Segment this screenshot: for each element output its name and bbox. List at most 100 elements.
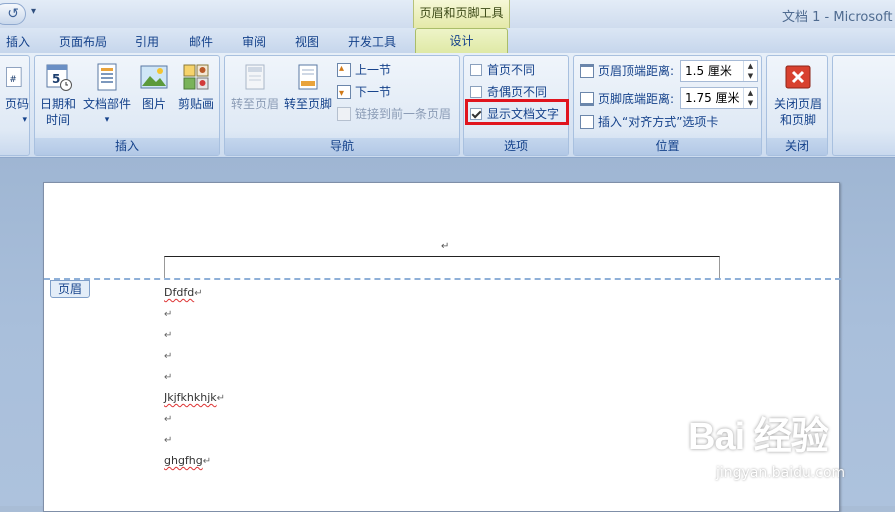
footer-bottom-distance-value: 1.75 厘米 (685, 91, 740, 105)
prev-section-button[interactable]: ▴ 上一节 (337, 62, 391, 78)
group-navigation: 转至页眉 转至页脚 ▴ 上一节 ▾ 下一节 链接到前一条页眉 导航 (224, 55, 460, 156)
header-top-distance-label-row: 页眉顶端距离: (580, 63, 674, 79)
close-icon (785, 65, 811, 89)
doc-parts-button[interactable]: 文档部件 ▾ (79, 62, 135, 128)
goto-footer-button[interactable]: 转至页脚 (282, 62, 334, 112)
paragraph-mark: ↵ (164, 330, 173, 341)
insert-alignment-tab-label: 插入“对齐方式”选项卡 (598, 115, 719, 129)
baidu-watermark: Bai 经验 jingyan.baidu.com (688, 405, 888, 497)
doc-parts-arrow-icon: ▾ (104, 115, 110, 125)
paragraph-mark: ↵ (194, 288, 203, 299)
clip-art-button[interactable]: 剪贴画 (173, 62, 219, 112)
header-border-line (164, 256, 720, 278)
paragraph-mark: ↵ (164, 309, 173, 320)
prev-section-icon: ▴ (337, 63, 351, 77)
insert-alignment-tab-button[interactable]: 插入“对齐方式”选项卡 (580, 114, 718, 130)
different-odd-even-checkbox[interactable]: 奇偶页不同 (470, 84, 547, 100)
goto-header-icon (245, 64, 265, 90)
footer-bottom-distance-spinner[interactable]: 1.75 厘米 ▲ ▼ (680, 87, 758, 109)
paragraph-mark: ↵ (164, 372, 173, 383)
date-time-button[interactable]: 5 日期和 时间 (37, 62, 79, 128)
window-title: 文档 1 - Microsoft W (782, 10, 895, 25)
quick-access-dropdown-icon[interactable]: ▾ (31, 6, 36, 17)
different-first-page-label: 首页不同 (487, 63, 536, 77)
next-section-icon: ▾ (337, 85, 351, 99)
link-chain-icon (337, 107, 351, 121)
document-line-text: Jkjfkhkhjk (164, 391, 217, 404)
document-parts-icon (97, 63, 117, 91)
group-close-label: 关闭 (767, 138, 827, 155)
picture-button[interactable]: 图片 (135, 62, 173, 112)
header-top-icon (580, 64, 594, 78)
show-document-text-checkbox[interactable]: 显示文档文字 (470, 106, 559, 122)
date-time-label: 日期和 时间 (39, 97, 76, 127)
document-line[interactable]: ↵ (164, 307, 172, 322)
tab-mailings[interactable]: 邮件 (181, 31, 221, 53)
clip-art-label: 剪贴画 (177, 97, 214, 111)
spinner-arrows-icon[interactable]: ▲ ▼ (743, 88, 757, 108)
svg-text:#: # (9, 75, 16, 85)
group-insert: 5 日期和 时间 文档部件 ▾ 图片 剪贴画 插入 (34, 55, 220, 156)
different-first-page-checkbox[interactable]: 首页不同 (470, 62, 535, 78)
picture-icon (140, 65, 168, 89)
group-empty-edge (832, 55, 895, 156)
next-section-label: 下一节 (355, 85, 392, 99)
clip-art-icon (183, 64, 209, 90)
link-to-previous-label: 链接到前一条页眉 (355, 107, 452, 121)
header-tag-label: 页眉 (50, 280, 90, 298)
title-bar: ↺ ▾ 页眉和页脚工具 文档 1 - Microsoft W (0, 0, 895, 28)
prev-section-label: 上一节 (355, 63, 392, 77)
close-header-footer-button[interactable]: 关闭页眉 和页脚 (769, 62, 827, 128)
footer-bottom-distance-label-row: 页脚底端距离: (580, 91, 674, 107)
document-line[interactable]: Dfdfd↵ (164, 286, 203, 301)
first-page-check-icon (470, 64, 482, 76)
document-line[interactable]: Jkjfkhkhjk↵ (164, 391, 225, 406)
baidu-logo: Bai 经验 (688, 416, 829, 458)
document-line[interactable]: ↵ (164, 328, 172, 343)
header-top-distance-spinner[interactable]: 1.5 厘米 ▲ ▼ (680, 60, 758, 82)
alignment-tab-icon (580, 115, 594, 129)
paragraph-mark: ↵ (164, 435, 173, 446)
paragraph-mark: ↵ (216, 393, 226, 404)
paragraph-mark: ↵ (202, 456, 212, 467)
tab-developer[interactable]: 开发工具 (340, 31, 404, 53)
tab-review[interactable]: 审阅 (234, 31, 274, 53)
document-line[interactable]: ↵ (164, 433, 172, 448)
show-doc-text-check-icon (470, 108, 482, 120)
goto-header-button[interactable]: 转至页眉 (229, 62, 281, 112)
tab-insert[interactable]: 插入 (0, 31, 36, 53)
spinner-arrows-icon[interactable]: ▲ ▼ (743, 61, 757, 81)
odd-even-check-icon (470, 86, 482, 98)
document-line-text: ghgfhg (164, 454, 203, 467)
paragraph-mark: ↵ (164, 351, 173, 362)
group-options-label: 选项 (464, 138, 568, 155)
group-close: 关闭页眉 和页脚 关闭 (766, 55, 828, 156)
document-line[interactable]: ↵ (164, 349, 172, 364)
page-number-label: 页码 (4, 97, 29, 111)
doc-parts-label: 文档部件 (82, 97, 131, 111)
document-line[interactable]: ↵ (164, 370, 172, 385)
different-odd-even-label: 奇偶页不同 (487, 85, 548, 99)
ribbon-tab-row: 插入 页面布局 引用 邮件 审阅 视图 开发工具 设计 (0, 28, 895, 53)
calendar-clock-icon: 5 (46, 64, 72, 91)
tab-page-layout[interactable]: 页面布局 (50, 31, 116, 53)
undo-icon[interactable]: ↺ (0, 3, 26, 25)
tab-view[interactable]: 视图 (287, 31, 327, 53)
baidu-url: jingyan.baidu.com (716, 465, 846, 481)
group-position: 页眉顶端距离: 1.5 厘米 ▲ ▼ 页脚底端距离: 1.75 厘米 ▲ ▼ 插入“… (573, 55, 762, 156)
page-number-icon: # (6, 67, 22, 87)
header-boundary-dashed-line (44, 278, 841, 280)
footer-bottom-distance-label: 页脚底端距离: (598, 92, 675, 106)
header-top-distance-label: 页眉顶端距离: (598, 64, 675, 78)
next-section-button[interactable]: ▾ 下一节 (337, 84, 391, 100)
tab-design[interactable]: 设计 (415, 28, 508, 53)
link-to-previous-button[interactable]: 链接到前一条页眉 (337, 106, 451, 122)
svg-text:5: 5 (52, 72, 60, 86)
page-number-button[interactable]: # 页码 ▾ (0, 62, 29, 128)
tab-references[interactable]: 引用 (127, 31, 167, 53)
ribbon: # 页码 ▾ 5 日期和 时间 文档部件 ▾ 图片 剪贴画 插入 转至页眉 转至… (0, 53, 895, 158)
footer-bottom-icon (580, 92, 594, 106)
document-line[interactable]: ghgfhg↵ (164, 454, 211, 469)
group-options: 首页不同 奇偶页不同 显示文档文字 选项 (463, 55, 569, 156)
document-line[interactable]: ↵ (164, 412, 172, 427)
